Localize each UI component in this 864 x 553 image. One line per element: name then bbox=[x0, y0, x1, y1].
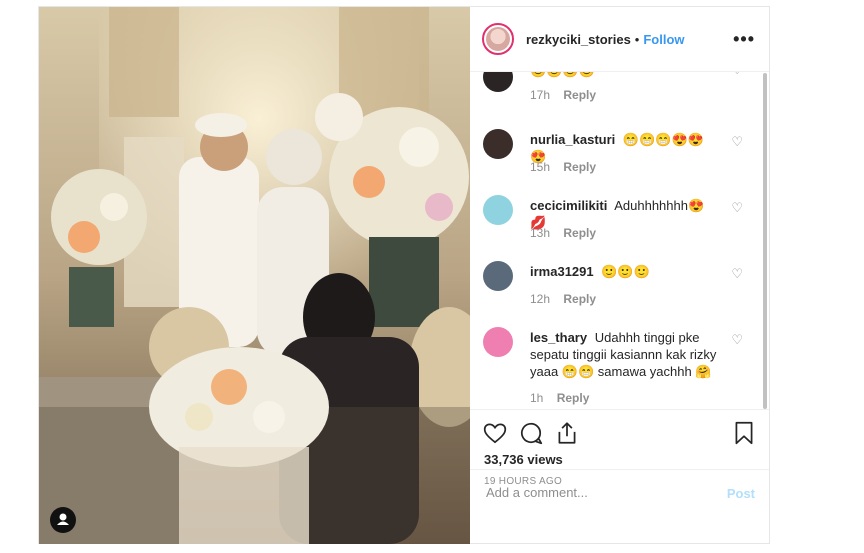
comment-time: 17h bbox=[530, 88, 551, 102]
comments-list: 😊😊😊😊 17h Reply ♡ nurlia_kasturi 😁😁😁😍😍😍 1… bbox=[470, 72, 769, 408]
post-header: rezkyciki_stories • Follow ••• bbox=[470, 7, 769, 72]
commenter-avatar[interactable] bbox=[483, 129, 513, 159]
comment-meta: 17h Reply bbox=[530, 88, 596, 102]
like-comment-icon[interactable]: ♡ bbox=[731, 72, 743, 78]
commenter-username[interactable]: nurlia_kasturi bbox=[530, 132, 615, 147]
bookmark-icon[interactable] bbox=[731, 420, 757, 446]
author-username[interactable]: rezkyciki_stories bbox=[526, 32, 631, 47]
comment-meta: 15h Reply bbox=[530, 160, 596, 174]
like-comment-icon[interactable]: ♡ bbox=[731, 332, 743, 348]
reply-button[interactable]: Reply bbox=[563, 292, 596, 306]
post-side-panel: rezkyciki_stories • Follow ••• 😊😊😊😊 17h … bbox=[470, 7, 769, 543]
comment-body: irma31291 🙂🙂🙂 bbox=[530, 263, 719, 280]
commenter-avatar[interactable] bbox=[483, 72, 513, 92]
comment-body: les_thary Udahhh tinggi pke sepatu tingg… bbox=[530, 329, 719, 380]
comment-text-clipped: 😊😊😊😊 bbox=[530, 72, 719, 79]
like-comment-icon[interactable]: ♡ bbox=[731, 266, 743, 282]
comments-scrollbar[interactable] bbox=[762, 73, 768, 409]
view-count[interactable]: 33,736 views bbox=[484, 452, 563, 467]
heart-icon[interactable] bbox=[482, 420, 508, 446]
share-icon[interactable] bbox=[554, 420, 580, 446]
like-comment-icon[interactable]: ♡ bbox=[731, 200, 743, 216]
comment-item: cecicimilikiti Aduhhhhhhh😍💋 13h Reply ♡ bbox=[483, 195, 751, 245]
commenter-avatar[interactable] bbox=[483, 261, 513, 291]
more-options-icon[interactable]: ••• bbox=[733, 29, 755, 50]
comment-time: 12h bbox=[530, 292, 551, 306]
post-actions: 33,736 views 19 HOURS AGO Post bbox=[470, 409, 769, 520]
wedding-scene-image bbox=[39, 7, 470, 544]
comment-item: 😊😊😊😊 17h Reply ♡ bbox=[483, 72, 751, 112]
commenter-avatar[interactable] bbox=[483, 195, 513, 225]
like-comment-icon[interactable]: ♡ bbox=[731, 134, 743, 150]
commenter-username[interactable]: irma31291 bbox=[530, 264, 594, 279]
comment-time: 13h bbox=[530, 226, 551, 240]
comment-meta: 12h Reply bbox=[530, 292, 596, 306]
comment-time: 1h bbox=[530, 391, 544, 405]
instagram-post: rezkyciki_stories • Follow ••• 😊😊😊😊 17h … bbox=[38, 6, 770, 544]
add-comment-bar: Post bbox=[470, 469, 769, 520]
reply-button[interactable]: Reply bbox=[563, 88, 596, 102]
comment-item: nurlia_kasturi 😁😁😁😍😍😍 15h Reply ♡ bbox=[483, 129, 751, 179]
header-separator: • bbox=[634, 31, 640, 47]
comment-icon[interactable] bbox=[518, 420, 544, 446]
post-video[interactable] bbox=[39, 7, 470, 544]
tagged-user-icon[interactable] bbox=[50, 507, 76, 533]
commenter-username[interactable]: les_thary bbox=[530, 330, 587, 345]
comment-input[interactable] bbox=[484, 484, 708, 501]
follow-button[interactable]: Follow bbox=[643, 32, 684, 47]
comment-meta: 1h Reply bbox=[530, 391, 589, 405]
comment-time: 15h bbox=[530, 160, 551, 174]
comment-item: les_thary Udahhh tinggi pke sepatu tingg… bbox=[483, 327, 751, 407]
post-comment-button[interactable]: Post bbox=[727, 486, 755, 501]
author-avatar[interactable] bbox=[482, 23, 514, 55]
comment-meta: 13h Reply bbox=[530, 226, 596, 240]
reply-button[interactable]: Reply bbox=[557, 391, 590, 405]
comment-text: 🙂🙂🙂 bbox=[601, 264, 650, 279]
commenter-avatar[interactable] bbox=[483, 327, 513, 357]
commenter-username[interactable]: cecicimilikiti bbox=[530, 198, 607, 213]
reply-button[interactable]: Reply bbox=[563, 160, 596, 174]
comment-item: irma31291 🙂🙂🙂 12h Reply ♡ bbox=[483, 261, 751, 311]
reply-button[interactable]: Reply bbox=[563, 226, 596, 240]
